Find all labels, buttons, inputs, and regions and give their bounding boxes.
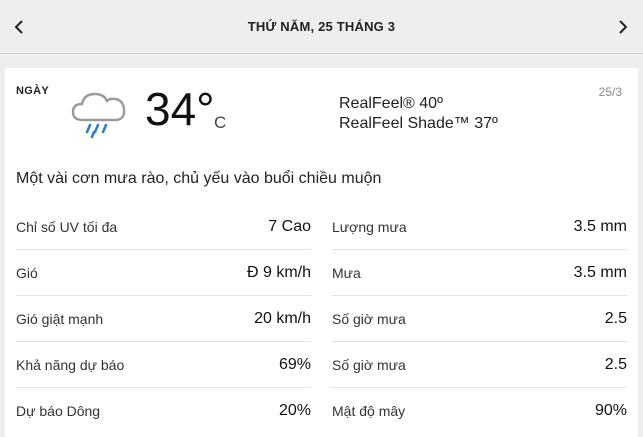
detail-value: 3.5 mm	[573, 263, 627, 281]
temperature-value: 34°	[145, 83, 215, 135]
card-date: 25/3	[598, 85, 622, 99]
detail-row: Gió giật mạnh 20 km/h	[16, 295, 311, 341]
detail-label: Khả năng dự báo	[16, 356, 125, 373]
cloud-rain-icon	[71, 92, 126, 139]
details-left-column: Chỉ số UV tối đa 7 Cao Gió Đ 9 km/h Gió …	[16, 204, 311, 433]
detail-value: 2.5	[604, 355, 627, 373]
detail-label: Số giờ mưa	[332, 356, 406, 373]
detail-label: Chỉ số UV tối đa	[16, 218, 118, 235]
detail-value: 90%	[594, 401, 627, 419]
detail-value: 20 km/h	[254, 309, 311, 327]
page-title: THỨ NĂM, 25 THÁNG 3	[247, 19, 396, 34]
detail-label: Mưa	[332, 264, 361, 281]
detail-row: Số giờ mưa 2.5	[332, 341, 627, 387]
date-navigation-bar: THỨ NĂM, 25 THÁNG 3	[0, 0, 643, 54]
previous-day-button[interactable]	[9, 17, 29, 37]
chevron-right-icon	[619, 20, 628, 34]
day-forecast-card: NGÀY 34° C RealFeel® 40º RealFeel Shade™…	[5, 68, 638, 437]
day-label: NGÀY	[16, 85, 49, 97]
detail-value: 7 Cao	[268, 217, 311, 235]
detail-row: Gió Đ 9 km/h	[16, 249, 311, 295]
detail-row: Số giờ mưa 2.5	[332, 295, 627, 341]
detail-value: 2.5	[604, 309, 627, 327]
detail-label: Gió giật mạnh	[16, 310, 104, 327]
detail-row: Mưa 3.5 mm	[332, 249, 627, 295]
detail-label: Mật độ mây	[332, 402, 406, 419]
detail-value: 69%	[278, 355, 311, 373]
detail-row: Mật độ mây 90%	[332, 387, 627, 433]
next-day-button[interactable]	[613, 17, 633, 37]
chevron-left-icon	[14, 20, 23, 34]
realfeel-block: RealFeel® 40º RealFeel Shade™ 37º	[339, 94, 498, 134]
detail-value: 20%	[278, 401, 311, 419]
detail-row: Lượng mưa 3.5 mm	[332, 204, 627, 249]
temperature-unit: C	[214, 113, 227, 132]
detail-value: 3.5 mm	[573, 217, 627, 235]
details-right-column: Lượng mưa 3.5 mm Mưa 3.5 mm Số giờ mưa 2…	[332, 204, 627, 433]
detail-label: Dự báo Dông	[16, 402, 101, 419]
detail-row: Khả năng dự báo 69%	[16, 341, 311, 387]
detail-row: Dự báo Dông 20%	[16, 387, 311, 433]
detail-label: Số giờ mưa	[332, 310, 406, 327]
realfeel-shade-value: RealFeel Shade™ 37º	[339, 115, 498, 132]
detail-label: Gió	[16, 264, 38, 281]
detail-label: Lượng mưa	[332, 218, 407, 235]
realfeel-value: RealFeel® 40º	[339, 95, 443, 112]
detail-value: Đ 9 km/h	[246, 263, 311, 281]
detail-row: Chỉ số UV tối đa 7 Cao	[16, 204, 311, 249]
forecast-phrase: Một vài cơn mưa rào, chủ yếu vào buổi ch…	[16, 170, 382, 187]
